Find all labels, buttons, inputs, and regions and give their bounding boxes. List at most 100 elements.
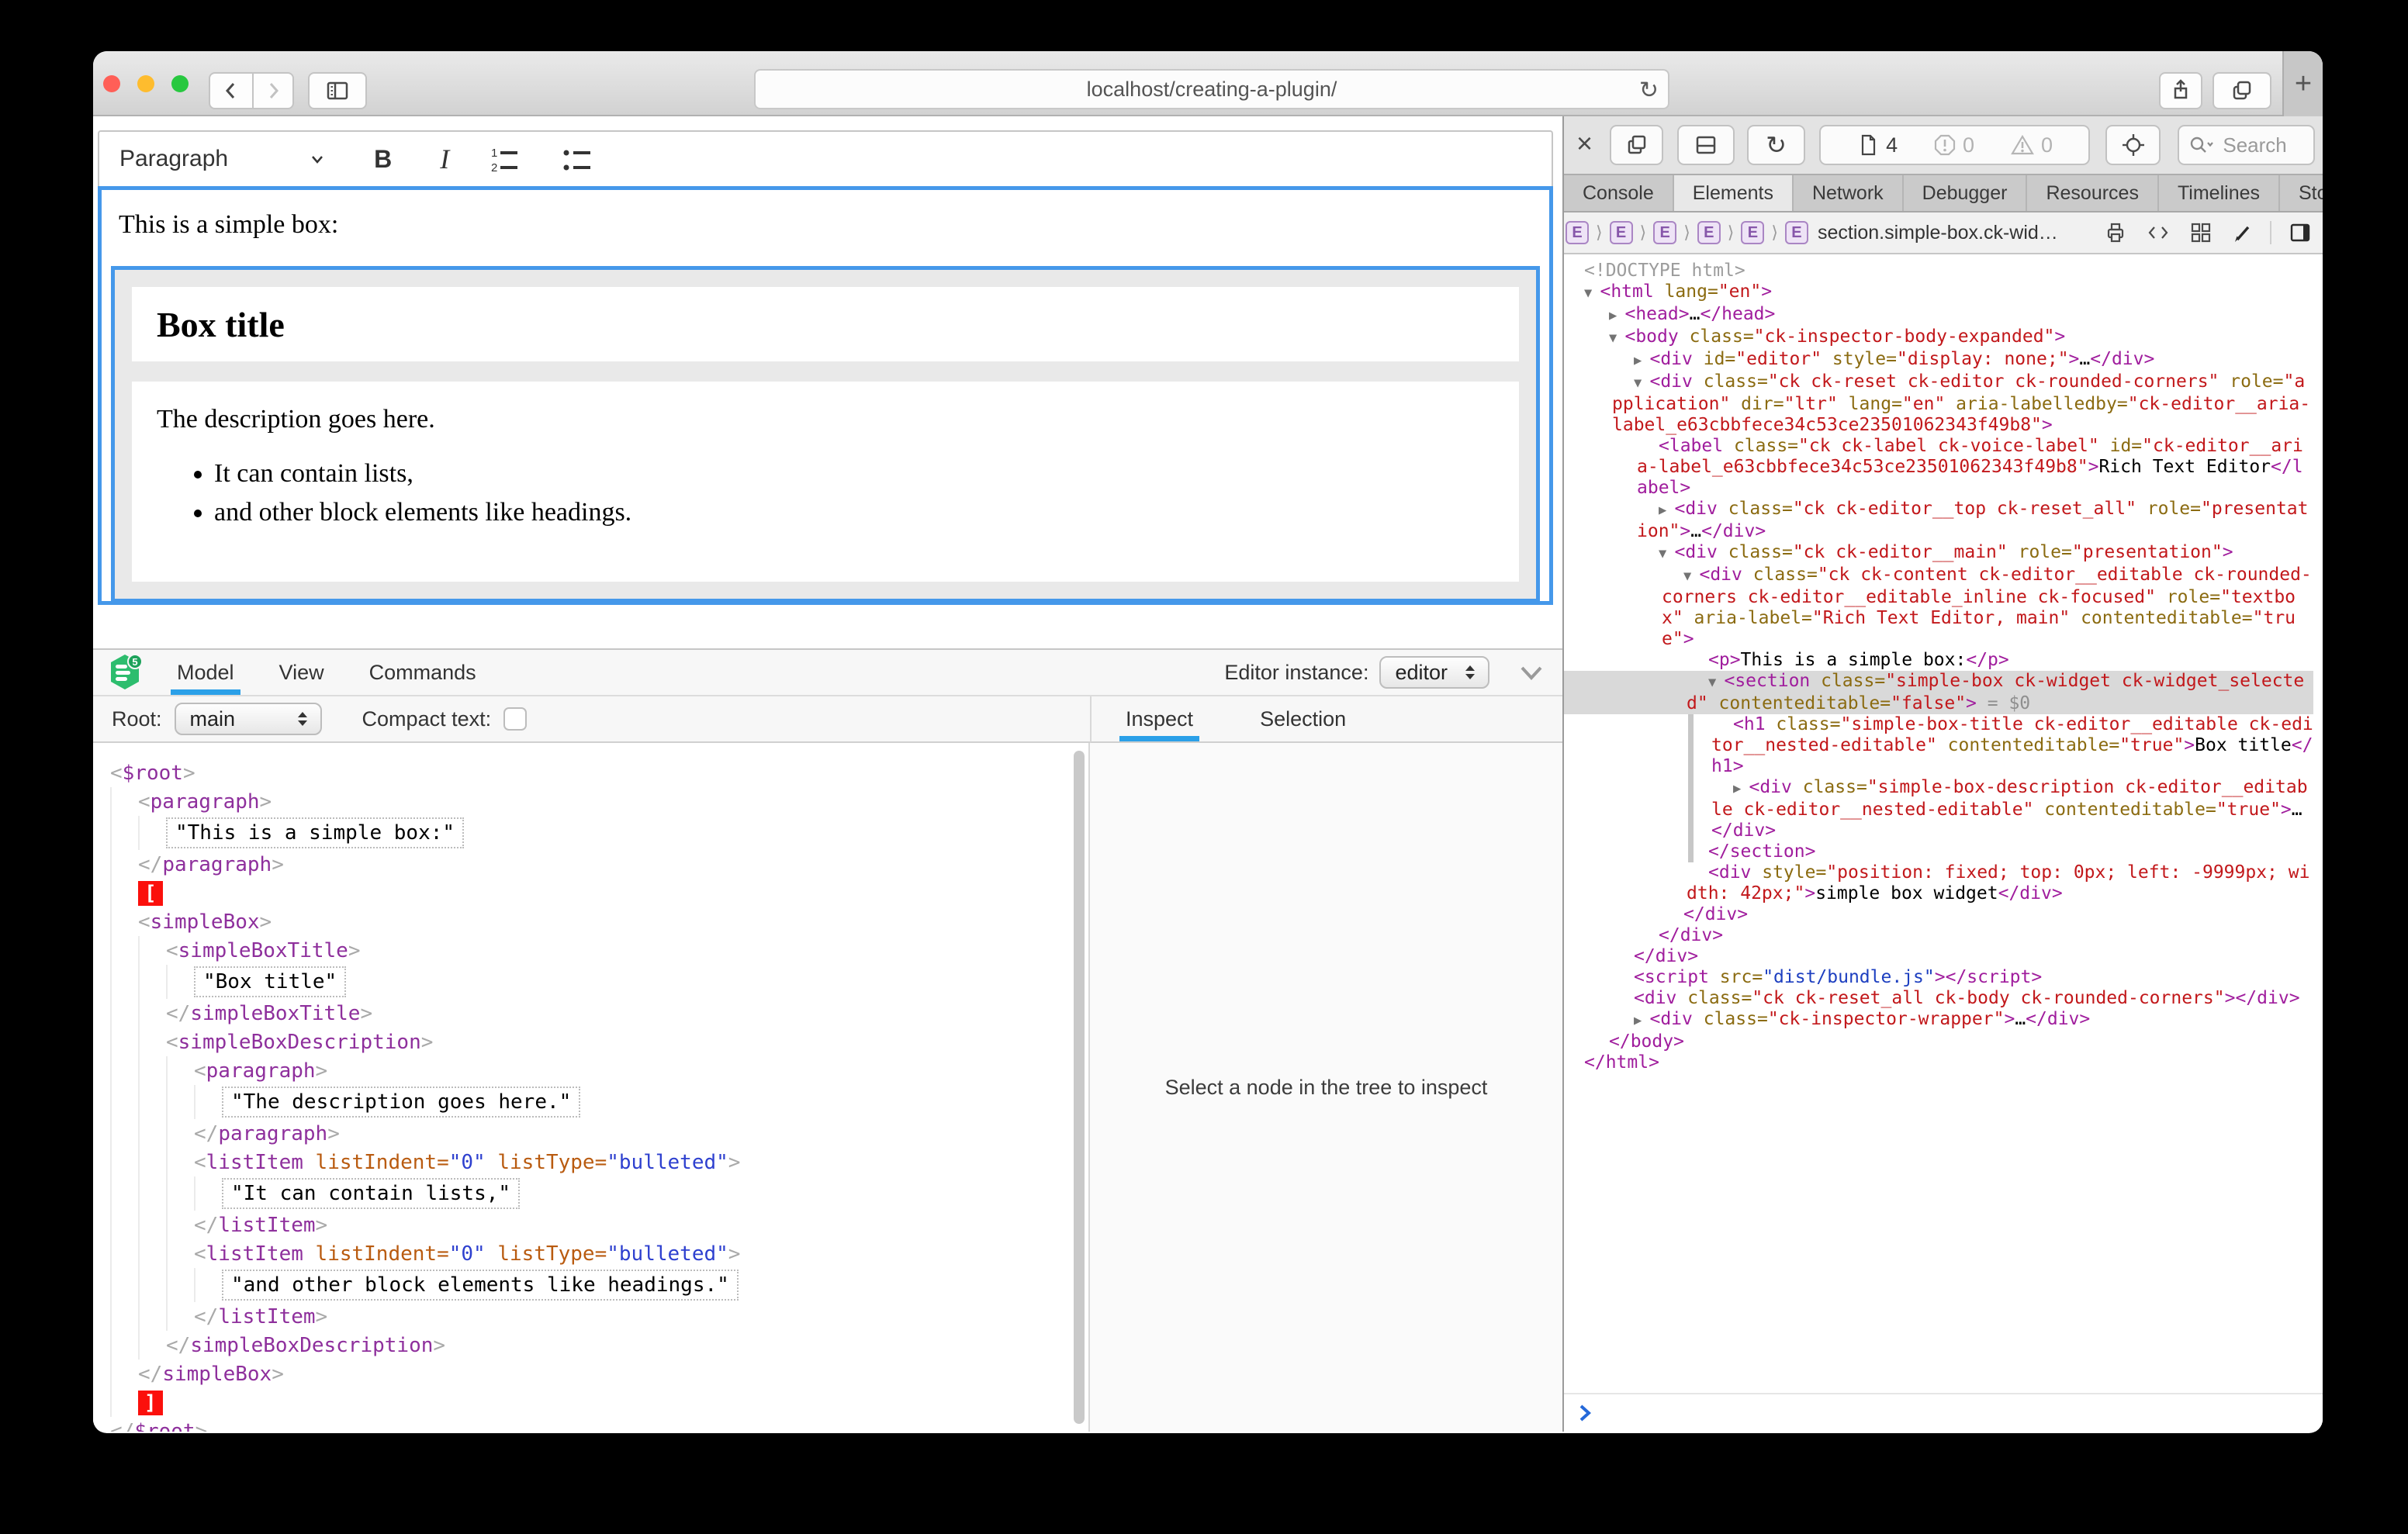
dock-bottom-button[interactable] xyxy=(1677,125,1734,165)
model-tree-node[interactable]: </simpleBox> xyxy=(110,1360,1088,1388)
search-input[interactable]: Search xyxy=(2178,125,2315,165)
list-item[interactable]: and other block elements like headings. xyxy=(214,498,1519,527)
model-tree-node[interactable]: "Box title" xyxy=(110,965,1088,999)
bold-button[interactable]: B xyxy=(374,145,392,174)
description-text[interactable]: The description goes here. xyxy=(157,405,1519,434)
dom-tree-node[interactable]: <div class="ck ck-reset_all ck-body ck-r… xyxy=(1564,988,2313,1009)
model-tree-node[interactable]: </paragraph> xyxy=(110,1119,1088,1148)
tab-selection[interactable]: Selection xyxy=(1260,696,1346,741)
chevron-down-icon[interactable] xyxy=(306,147,329,171)
model-tree-node[interactable]: <paragraph> xyxy=(110,1056,1088,1085)
model-tree-node[interactable]: </$root> xyxy=(110,1417,1088,1432)
model-tree-node[interactable]: <listItem listIndent="0" listType="bulle… xyxy=(110,1239,1088,1268)
breadcrumb-selector[interactable]: section.simple-box.ck-wid… xyxy=(1818,222,2058,244)
dom-tree-node[interactable]: <h1 class="simple-box-title ck-editor__e… xyxy=(1564,714,2313,777)
model-tree-node[interactable]: </listItem> xyxy=(110,1211,1088,1239)
model-tree-node[interactable]: </simpleBoxTitle> xyxy=(110,999,1088,1028)
dom-tree-node[interactable]: </html> xyxy=(1564,1052,2313,1073)
force-pseudo-button[interactable] xyxy=(2231,221,2254,244)
dom-tree-node[interactable]: ▼ <div class="ck ck-editor__main" role="… xyxy=(1564,542,2313,565)
tab-timelines[interactable]: Timelines xyxy=(2159,175,2280,211)
bulleted-list-button[interactable] xyxy=(561,143,595,174)
resource-status-group[interactable]: 4 0 0 xyxy=(1819,125,2090,165)
dom-tree-node[interactable]: </section> xyxy=(1564,841,2313,862)
dock-side-button[interactable] xyxy=(1610,125,1663,165)
dom-tree-node[interactable]: ▶ <div class="ck ck-editor__top ck-reset… xyxy=(1564,499,2313,542)
dom-tree-node[interactable]: ▼ <section class="simple-box ck-widget c… xyxy=(1564,671,2313,714)
model-tree-node[interactable]: <simpleBoxTitle> xyxy=(110,936,1088,965)
model-tree-node[interactable]: "The description goes here." xyxy=(110,1085,1088,1119)
back-button[interactable] xyxy=(209,72,254,109)
breadcrumb-element-badge[interactable]: E xyxy=(1610,221,1633,244)
model-tree-node[interactable]: <simpleBox> xyxy=(110,907,1088,936)
model-tree-node[interactable]: "It can contain lists," xyxy=(110,1176,1088,1211)
widget-title-area[interactable]: Box title xyxy=(132,287,1519,361)
dom-tree-node[interactable]: ▼ <div class="ck ck-content ck-editor__e… xyxy=(1564,565,2313,650)
box-title[interactable]: Box title xyxy=(157,304,285,345)
dom-tree-node[interactable]: ▶ <div class="ck-inspector-wrapper">…</d… xyxy=(1564,1009,2313,1031)
tab-console[interactable]: Console xyxy=(1564,175,1674,211)
breadcrumb-element-badge[interactable]: E xyxy=(1785,221,1808,244)
layout-grid-button[interactable] xyxy=(2189,221,2213,244)
tab-resources[interactable]: Resources xyxy=(2027,175,2159,211)
model-tree-node[interactable]: [ xyxy=(110,879,1088,907)
model-tree-node[interactable]: <simpleBoxDescription> xyxy=(110,1028,1088,1056)
collapse-inspector-icon[interactable] xyxy=(1516,662,1547,683)
dom-tree-node[interactable]: </div> xyxy=(1564,925,2313,946)
breadcrumb-element-badge[interactable]: E xyxy=(1697,221,1721,244)
tab-commands[interactable]: Commands xyxy=(369,650,476,695)
editor-editable-area[interactable]: This is a simple box: Box title The desc… xyxy=(98,186,1553,605)
tab-inspect[interactable]: Inspect xyxy=(1126,696,1193,741)
paragraph-dropdown[interactable]: Paragraph xyxy=(119,146,228,172)
intro-paragraph[interactable]: This is a simple box: xyxy=(119,210,1549,240)
tab-storage[interactable]: Storage xyxy=(2280,175,2323,211)
tab-elements[interactable]: Elements xyxy=(1674,175,1794,211)
details-sidebar-button[interactable] xyxy=(2270,221,2312,244)
root-select[interactable]: main xyxy=(175,703,322,735)
breadcrumb-element-badge[interactable]: E xyxy=(1653,221,1676,244)
zoom-window-button[interactable] xyxy=(171,75,189,92)
dom-tree-node[interactable]: ▼ <html lang="en"> xyxy=(1564,282,2313,304)
show-source-button[interactable] xyxy=(2146,221,2171,244)
description-list[interactable]: It can contain lists, and other block el… xyxy=(132,459,1519,527)
dom-tree-node[interactable]: <script src="dist/bundle.js"></script> xyxy=(1564,967,2313,988)
dom-tree-node[interactable]: <!DOCTYPE html> xyxy=(1564,261,2313,282)
dom-tree-node[interactable]: </div> xyxy=(1564,904,2313,925)
dom-tree-node[interactable]: ▶ <div id="editor" style="display: none;… xyxy=(1564,349,2313,371)
tab-model[interactable]: Model xyxy=(177,650,234,695)
simple-box-widget[interactable]: Box title The description goes here. It … xyxy=(111,266,1540,603)
breadcrumb-element-badge[interactable]: E xyxy=(1566,221,1589,244)
address-bar[interactable]: localhost/creating-a-plugin/ ↻ xyxy=(754,69,1669,109)
tab-network[interactable]: Network xyxy=(1794,175,1904,211)
list-item[interactable]: It can contain lists, xyxy=(214,459,1519,489)
sidebar-toggle-button[interactable] xyxy=(308,72,367,109)
model-tree-node[interactable]: "and other block elements like headings.… xyxy=(110,1268,1088,1302)
minimize-window-button[interactable] xyxy=(137,75,154,92)
close-devtools-button[interactable]: × xyxy=(1576,127,1593,160)
dom-tree-node[interactable]: <div style="position: fixed; top: 0px; l… xyxy=(1564,862,2313,904)
italic-button[interactable]: I xyxy=(440,143,449,175)
close-window-button[interactable] xyxy=(103,75,120,92)
model-tree-node[interactable]: "This is a simple box:" xyxy=(110,816,1088,850)
share-button[interactable] xyxy=(2159,72,2202,109)
dom-tree-node[interactable]: </body> xyxy=(1564,1031,2313,1052)
reload-icon[interactable]: ↻ xyxy=(1639,77,1659,104)
model-tree-node[interactable]: </paragraph> xyxy=(110,850,1088,879)
dom-tree-node[interactable]: <p>This is a simple box:</p> xyxy=(1564,650,2313,671)
reload-page-button[interactable]: ↻ xyxy=(1747,125,1805,165)
forward-button[interactable] xyxy=(252,72,294,109)
print-styles-button[interactable] xyxy=(2104,221,2127,244)
model-tree-node[interactable]: <paragraph> xyxy=(110,787,1088,816)
model-tree-node[interactable]: <$root> xyxy=(110,758,1088,787)
element-picker-button[interactable] xyxy=(2105,125,2161,165)
model-tree-node[interactable]: </simpleBoxDescription> xyxy=(110,1331,1088,1360)
dom-tree-node[interactable]: <label class="ck ck-label ck-voice-label… xyxy=(1564,436,2313,499)
tab-view[interactable]: View xyxy=(279,650,324,695)
dom-tree-node[interactable]: ▼ <body class="ck-inspector-body-expande… xyxy=(1564,326,2313,349)
model-tree-node[interactable]: ] xyxy=(110,1388,1088,1417)
console-prompt[interactable] xyxy=(1564,1393,2323,1432)
breadcrumb-element-badge[interactable]: E xyxy=(1741,221,1764,244)
dom-tree-node[interactable]: ▶ <div class="simple-box-description ck-… xyxy=(1564,777,2313,841)
tab-debugger[interactable]: Debugger xyxy=(1904,175,2028,211)
editor-instance-select[interactable]: editor xyxy=(1379,656,1489,689)
